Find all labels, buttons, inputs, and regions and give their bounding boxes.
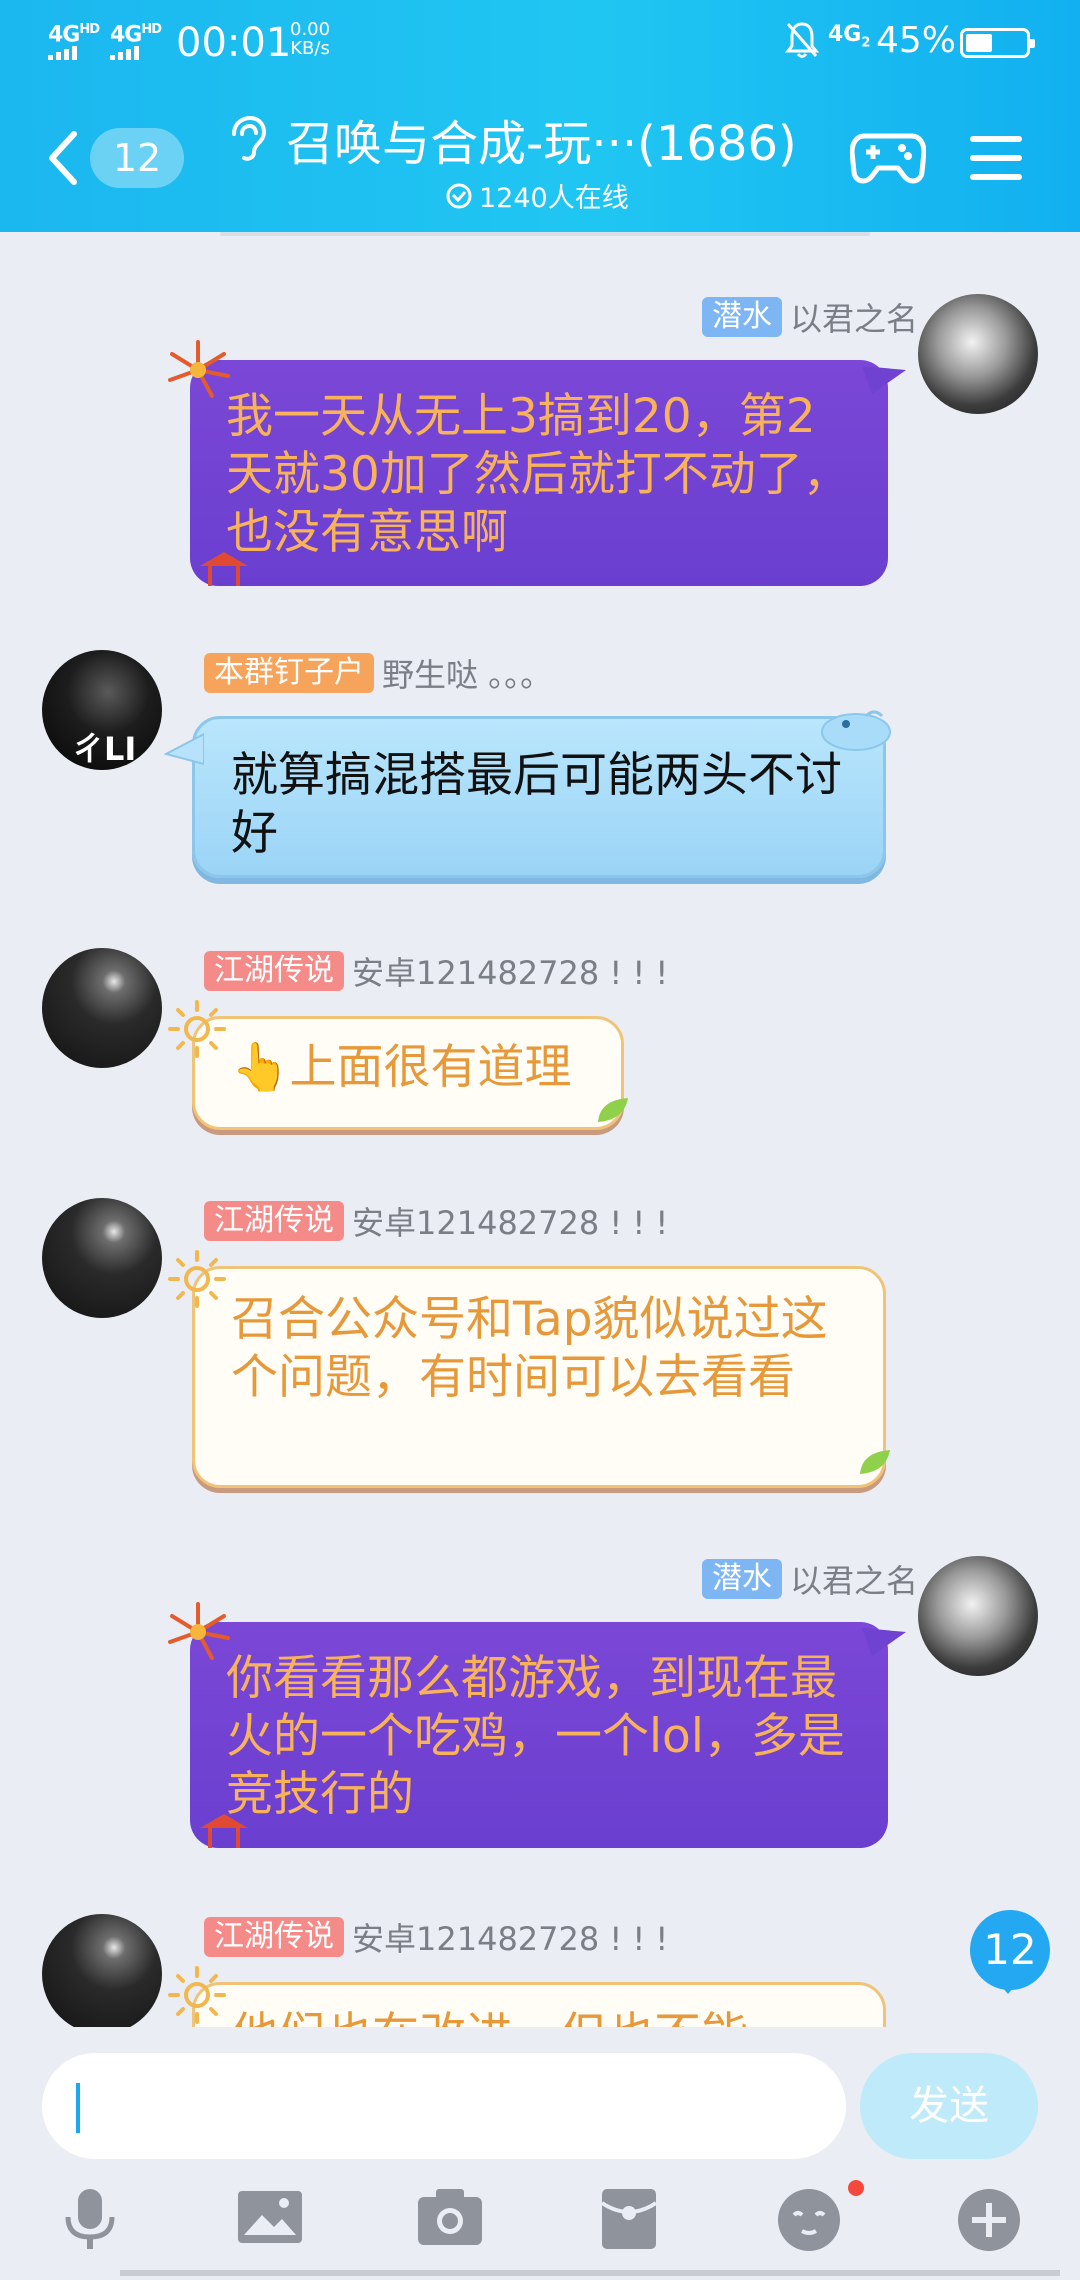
member-tag: 江湖传说 [204,1201,344,1241]
avatar[interactable] [42,1914,162,2027]
member-tag: 江湖传说 [204,1917,344,1957]
check-circle-icon [446,183,472,208]
message-text: 召合公众号和Tap貌似说过这个问题，有时间可以去看看 [231,1292,828,1405]
message-text: 你看看那么都游戏，到现在最火的一个吃鸡，一个lol，多是竞技行的 [226,1651,845,1822]
new-messages-badge[interactable]: 12 [970,1910,1050,1990]
status-bar: 4GHD 4GHD 00:01 0.00 KB/s 4G2 45% [0,0,1080,84]
unread-back-badge[interactable]: 12 [90,128,184,188]
back-arrow-icon[interactable] [46,130,80,186]
message-bubble[interactable]: 👆上面很有道理 [192,1016,624,1130]
bubble-tail-icon [164,732,204,766]
earpiece-icon[interactable] [224,114,268,164]
message-meta: 潜水 以君之名 [701,1556,918,1602]
sender-name[interactable]: 安卓121482728 ! ! ! [352,1914,668,1960]
message-bubble[interactable]: 就算搞混搭最后可能两头不讨好 [192,716,886,878]
leaf-icon [860,1450,890,1474]
signal-2: 4GHD [110,22,162,48]
message-meta: 本群钉子户 野生哒 。。。 [204,652,552,694]
avatar[interactable] [42,948,162,1068]
clock: 00:01 [176,20,292,66]
pavilion-icon [200,1814,248,1848]
input-toolbar [0,2187,1080,2280]
online-count: 1240人在线 [445,176,629,215]
battery-icon [960,28,1035,58]
avatar[interactable]: ㄔLI [42,650,162,770]
message-text: 他们也在改进，但也不能 [231,2008,748,2027]
bubble-tail-icon [862,1628,906,1656]
microphone-icon[interactable] [62,2187,118,2253]
leaf-icon [598,1098,628,1122]
message-meta: 江湖传说 安卓121482728 ! ! ! [204,950,668,992]
input-bar: 发送 [0,2027,1080,2187]
message-text: 我一天从无上3搞到20，第2天就30加了然后就打不动了，也没有意思啊 [226,389,850,560]
group-title[interactable]: 召唤与合成-玩···(1686) [286,104,797,174]
message-bubble[interactable]: 你看看那么都游戏，到现在最火的一个吃鸡，一个lol，多是竞技行的 [190,1622,888,1848]
message-meta: 江湖传说 安卓121482728 ! ! ! [204,1200,668,1242]
red-packet-icon[interactable] [600,2187,658,2251]
gamepad-icon[interactable] [850,126,926,188]
badge-tail [996,1980,1020,1994]
image-icon[interactable] [236,2187,304,2247]
mute-bell-icon [784,22,820,58]
message-bubble[interactable]: 他们也在改进，但也不能 [192,1982,886,2027]
avatar[interactable] [42,1198,162,1318]
online-count-label: 1240人在线 [479,183,629,214]
battery-percent: 45% [876,20,957,61]
chat-header: 4GHD 4GHD 00:01 0.00 KB/s 4G2 45% 12 召唤与… [0,0,1080,232]
network-speed: 0.00 KB/s [290,19,331,59]
message-bubble[interactable]: 召合公众号和Tap貌似说过这个问题，有时间可以去看看 [192,1266,886,1488]
avatar[interactable] [918,1556,1038,1676]
signal-bars-icon [110,46,139,60]
sender-name[interactable]: 以君之名 [790,294,918,340]
menu-icon[interactable] [968,134,1024,182]
message-text: 👆上面很有道理 [231,1040,572,1095]
firework-icon [168,1602,230,1660]
member-tag: 潜水 [701,1559,782,1599]
sender-name[interactable]: 野生哒 。。。 [382,650,552,696]
message-meta: 潜水 以君之名 [701,294,918,340]
emoji-icon[interactable] [776,2187,842,2253]
avatar-text: ㄔLI [72,730,137,768]
firework-icon [168,340,230,398]
camera-icon[interactable] [416,2187,484,2247]
signal-bars-icon [48,46,77,60]
network-type: 4G2 [828,22,871,51]
member-tag: 江湖传说 [204,951,344,991]
notification-dot [848,2180,864,2196]
sender-name[interactable]: 以君之名 [790,1556,918,1602]
sender-name[interactable]: 安卓121482728 ! ! ! [352,1198,668,1244]
signal-1: 4GHD [48,22,100,48]
member-tag: 潜水 [701,297,782,337]
sender-name[interactable]: 安卓121482728 ! ! ! [352,948,668,994]
message-bubble[interactable]: 我一天从无上3搞到20，第2天就30加了然后就打不动了，也没有意思啊 [190,360,888,586]
sun-icon [168,1966,226,2024]
message-text: 就算搞混搭最后可能两头不讨好 [231,748,842,861]
bubble-tail-icon [862,366,906,394]
avatar[interactable] [918,294,1038,414]
text-caret [76,2083,80,2133]
sun-icon [168,1250,226,1308]
battery-fill [966,34,992,52]
message-meta: 江湖传说 安卓121482728 ! ! ! [204,1916,668,1958]
member-tag: 本群钉子户 [204,653,374,693]
cloud-bird-icon [821,710,891,751]
message-input[interactable] [42,2053,846,2159]
plus-icon[interactable] [956,2187,1022,2253]
send-button[interactable]: 发送 [860,2053,1038,2159]
sun-icon [168,1000,226,1058]
home-indicator [120,2270,1060,2276]
pavilion-icon [200,552,248,586]
message-list[interactable]: 潜水 以君之名 我一天从无上3搞到20，第2天就30加了然后就打不动了，也没有意… [0,232,1080,2027]
